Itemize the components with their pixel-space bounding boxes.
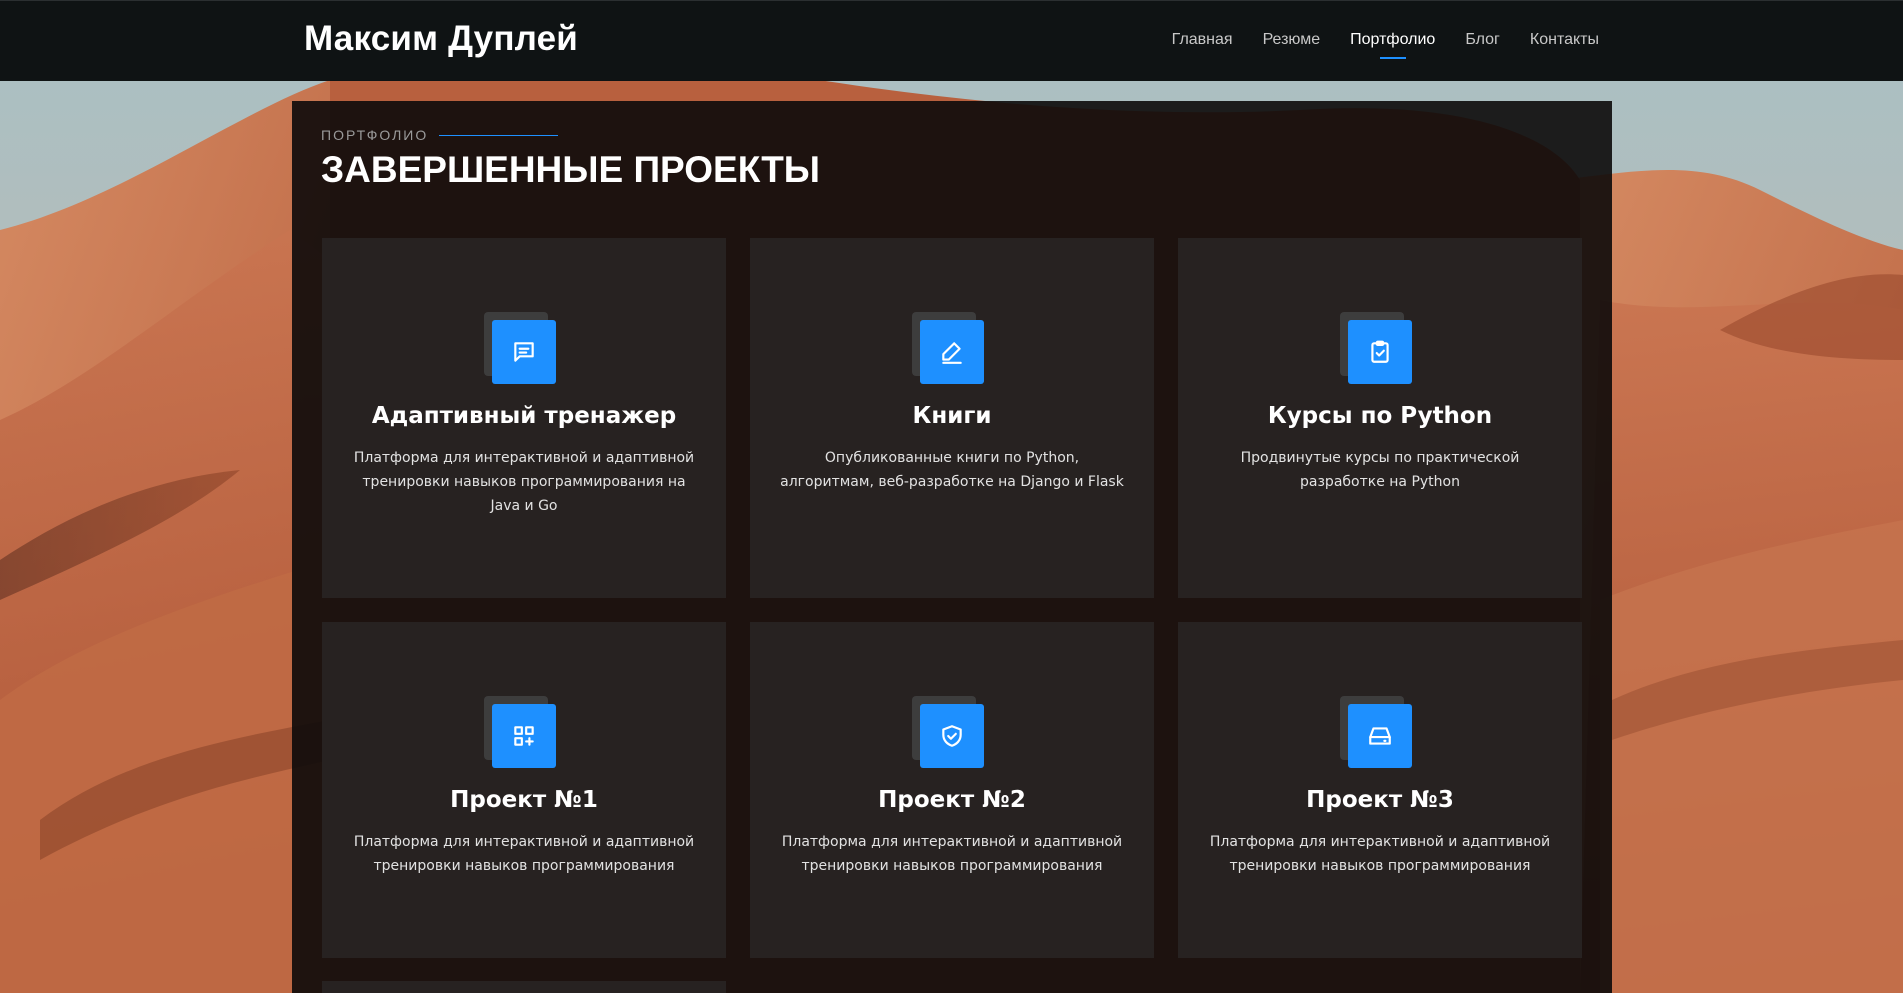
- card-icon-container: [912, 696, 984, 768]
- site-logo-title[interactable]: Максим Дуплей: [304, 19, 578, 59]
- shield-check-icon: [920, 704, 984, 768]
- card-icon-container: [1340, 696, 1412, 768]
- card-icon-container: [484, 696, 556, 768]
- card-title: Книги: [912, 403, 992, 429]
- project-card[interactable]: Проект №3 Платформа для интерактивной и …: [1178, 622, 1582, 958]
- nav-home[interactable]: Главная: [1172, 31, 1233, 49]
- portfolio-section: ПОРТФОЛИО ЗАВЕРШЕННЫЕ ПРОЕКТЫ Адаптивный…: [292, 101, 1612, 993]
- pen-icon: [920, 320, 984, 384]
- project-card[interactable]: Проект №1 Платформа для интерактивной и …: [322, 622, 726, 958]
- nav-contacts[interactable]: Контакты: [1530, 31, 1599, 49]
- card-icon-container: [484, 312, 556, 384]
- card-title: Проект №1: [450, 787, 598, 813]
- next-card-peek: [322, 981, 726, 993]
- project-card[interactable]: Проект №2 Платформа для интерактивной и …: [750, 622, 1154, 958]
- nav-portfolio[interactable]: Портфолио: [1350, 31, 1435, 59]
- qr-grid-icon: [492, 704, 556, 768]
- clipboard-check-icon: [1348, 320, 1412, 384]
- card-description: Платформа для интерактивной и адаптивной…: [781, 834, 1123, 874]
- card-description: Продвинутые курсы по практической разраб…: [1240, 450, 1520, 490]
- card-title: Адаптивный тренажер: [371, 403, 677, 429]
- section-title: ЗАВЕРШЕННЫЕ ПРОЕКТЫ: [321, 149, 821, 190]
- section-kicker-divider: [439, 135, 558, 136]
- site-header: Максим Дуплей Главная Резюме Портфолио Б…: [0, 0, 1903, 81]
- card-description: Опубликованные книги по Python, алгоритм…: [780, 450, 1124, 490]
- card-title: Проект №3: [1306, 787, 1454, 813]
- chat-icon: [492, 320, 556, 384]
- card-title: Проект №2: [878, 787, 1026, 813]
- card-icon-container: [912, 312, 984, 384]
- project-card[interactable]: Книги Опубликованные книги по Python, ал…: [750, 238, 1154, 598]
- section-kicker: ПОРТФОЛИО: [321, 127, 429, 143]
- main-nav: Главная Резюме Портфолио Блог Контакты: [1172, 31, 1599, 59]
- card-title: Курсы по Python: [1267, 403, 1493, 429]
- card-description: Платформа для интерактивной и адаптивной…: [1209, 834, 1551, 874]
- card-description: Платформа для интерактивной и адаптивной…: [353, 450, 695, 514]
- card-icon-container: [1340, 312, 1412, 384]
- hard-drive-icon: [1348, 704, 1412, 768]
- card-description: Платформа для интерактивной и адаптивной…: [353, 834, 695, 874]
- project-card[interactable]: Курсы по Python Продвинутые курсы по пра…: [1178, 238, 1582, 598]
- project-card[interactable]: Адаптивный тренажер Платформа для интера…: [322, 238, 726, 598]
- nav-blog[interactable]: Блог: [1465, 31, 1500, 49]
- nav-resume[interactable]: Резюме: [1263, 31, 1321, 49]
